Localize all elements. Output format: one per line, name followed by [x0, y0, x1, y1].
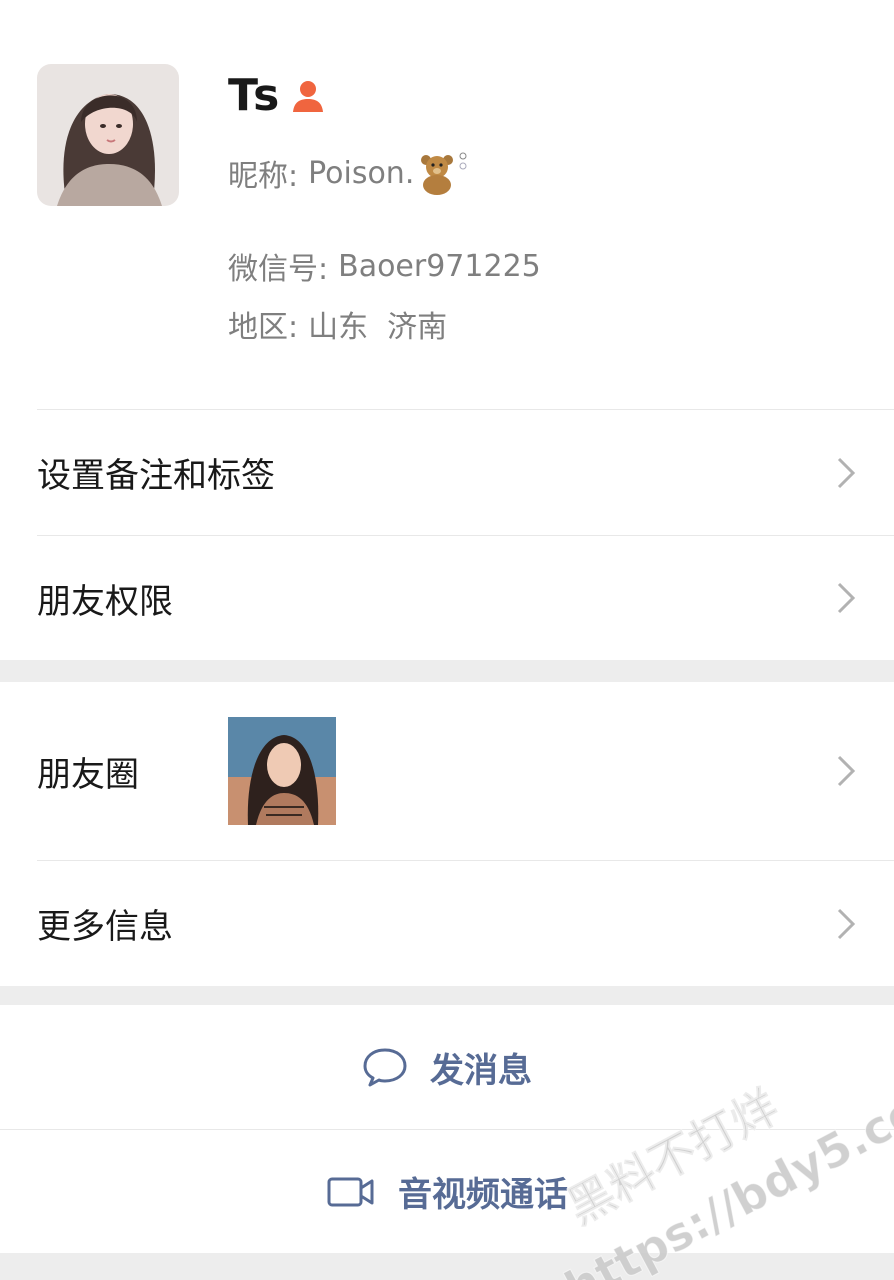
moments-section: 朋友圈 更多信息: [0, 682, 894, 986]
chevron-right-icon: [837, 908, 856, 939]
chevron-right-icon: [837, 582, 856, 614]
more-info-label: 更多信息: [37, 907, 173, 947]
video-call-button[interactable]: 音视频通话: [0, 1130, 894, 1253]
wechat-id-value: Baoer971225: [338, 248, 541, 284]
moments-thumbnail[interactable]: [228, 717, 336, 825]
profile-card: Ts 昵称: Poison. 微信号: Baoer971225 地区: 山东 济…: [0, 0, 894, 410]
wechat-id-line: 微信号: Baoer971225: [228, 244, 541, 288]
region-line: 地区: 山东 济南: [228, 302, 447, 346]
more-info-row[interactable]: 更多信息: [0, 861, 894, 986]
friend-permissions-row[interactable]: 朋友权限: [0, 536, 894, 660]
wechat-id-label: 微信号:: [228, 252, 329, 287]
region-label: 地区:: [228, 310, 299, 345]
display-name: Ts: [228, 70, 281, 121]
chat-bubble-icon: [363, 1048, 407, 1087]
avatar[interactable]: [37, 64, 179, 206]
send-message-button[interactable]: 发消息: [0, 1005, 894, 1129]
nickname-label: 昵称:: [228, 159, 299, 194]
settings-section: 设置备注和标签 朋友权限: [0, 410, 894, 660]
nickname-line: 昵称: Poison.: [228, 150, 470, 196]
chevron-right-icon: [837, 755, 856, 787]
friend-permissions-label: 朋友权限: [37, 581, 173, 622]
moments-row[interactable]: 朋友圈: [0, 682, 894, 860]
video-call-label: 音视频通话: [398, 1175, 568, 1215]
chevron-right-icon: [837, 457, 856, 488]
send-message-label: 发消息: [430, 1050, 532, 1091]
person-female-icon: [290, 78, 326, 114]
nickname-value: Poison.: [308, 155, 415, 191]
video-camera-icon: [327, 1177, 374, 1206]
remark-tags-row[interactable]: 设置备注和标签: [0, 410, 894, 535]
remark-tags-label: 设置备注和标签: [37, 456, 275, 496]
teddy-bear-icon: [418, 150, 470, 196]
actions-section: 发消息 音视频通话: [0, 1005, 894, 1253]
name-row: Ts: [228, 70, 326, 121]
region-value: 山东 济南: [308, 310, 448, 345]
moments-label: 朋友圈: [37, 754, 139, 795]
